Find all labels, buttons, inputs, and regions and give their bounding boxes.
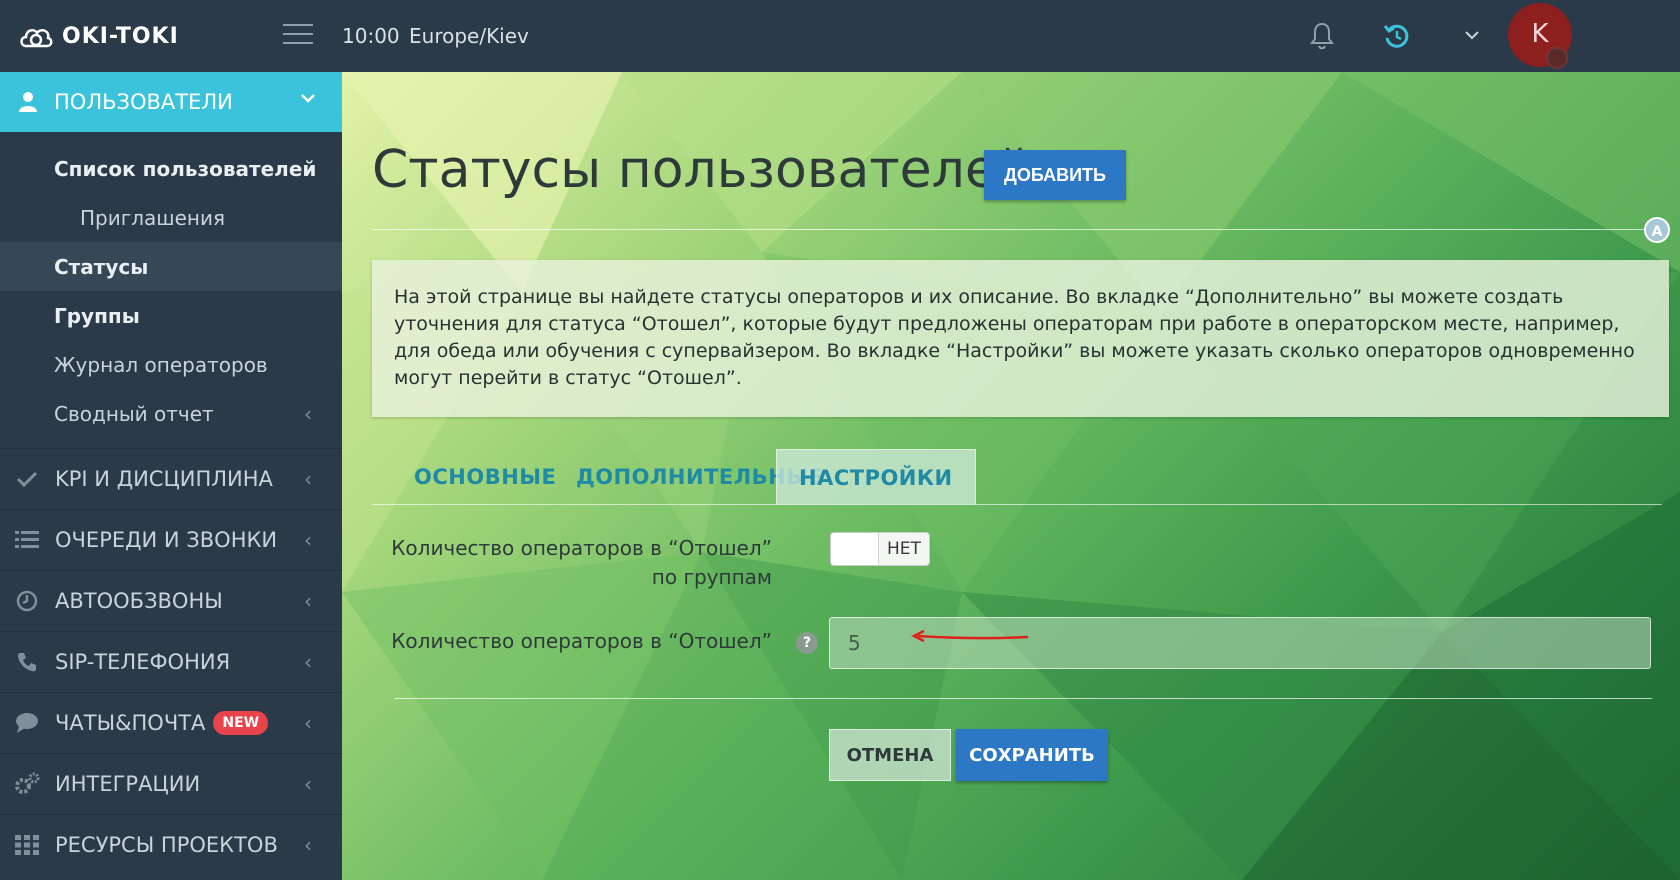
logo-text: OKI-TOKI xyxy=(62,23,179,49)
tab-bar: ОСНОВНЫЕ ДОПОЛНИТЕЛЬНЫЕ НАСТРОЙКИ xyxy=(372,449,1662,505)
sidebar-item-invitations[interactable]: Приглашения xyxy=(0,193,342,242)
chevron-down-icon[interactable] xyxy=(1465,30,1479,40)
sidebar-section-label: ИНТЕГРАЦИИ xyxy=(55,772,201,796)
chat-icon xyxy=(14,711,40,735)
cancel-button[interactable]: ОТМЕНА xyxy=(829,729,951,781)
add-button[interactable]: ДОБАВИТЬ xyxy=(984,150,1126,200)
sidebar: ПОЛЬЗОВАТЕЛИ Список пользователей Пригла… xyxy=(0,72,342,880)
help-icon[interactable]: ? xyxy=(796,632,818,654)
sidebar-item-operator-log[interactable]: Журнал операторов xyxy=(0,340,342,389)
sidebar-section-label: ЧАТЫ&ПОЧТА xyxy=(55,711,206,735)
a-marker[interactable]: A xyxy=(1644,217,1670,243)
gears-icon xyxy=(14,772,40,796)
toggle-label: НЕТ xyxy=(887,539,921,559)
sidebar-section-label: ОЧЕРЕДИ И ЗВОНКИ xyxy=(55,528,278,552)
divider xyxy=(394,698,1652,699)
sidebar-submenu: Список пользователей Приглашения Статусы… xyxy=(0,132,342,448)
sidebar-item-label: Сводный отчет xyxy=(54,401,214,426)
bell-icon[interactable] xyxy=(1310,22,1334,50)
sidebar-section-kpi[interactable]: KPI И ДИСЦИПЛИНА ‹ xyxy=(0,448,342,509)
chevron-left-icon: ‹ xyxy=(304,650,312,674)
chevron-left-icon: ‹ xyxy=(304,589,312,613)
sidebar-section-label: АВТООБЗВОНЫ xyxy=(55,589,223,613)
chevron-left-icon: ‹ xyxy=(304,401,312,426)
red-arrow-annotation xyxy=(911,629,1029,643)
sidebar-section-label: РЕСУРСЫ ПРОЕКТОВ xyxy=(55,833,278,857)
chevron-left-icon: ‹ xyxy=(304,467,312,491)
history-icon[interactable] xyxy=(1383,22,1411,50)
top-bar: OKI-TOKI 10:00 Europe/Kiev K xyxy=(0,0,1680,72)
sidebar-item-label: Группы xyxy=(54,303,140,328)
phone-icon xyxy=(14,650,40,674)
clock: 10:00 xyxy=(342,24,400,48)
sidebar-item-statuses[interactable]: Статусы xyxy=(0,242,342,291)
sidebar-item-groups[interactable]: Группы xyxy=(0,291,342,340)
field-label-away-count: Количество операторов в “Отошел” xyxy=(391,629,772,653)
sidebar-section-chats[interactable]: ЧАТЫ&ПОЧТА NEW ‹ xyxy=(0,692,342,753)
chevron-left-icon: ‹ xyxy=(304,833,312,857)
sidebar-section-sip[interactable]: SIP-ТЕЛЕФОНИЯ ‹ xyxy=(0,631,342,692)
sidebar-section-queues[interactable]: ОЧЕРЕДИ И ЗВОНКИ ‹ xyxy=(0,509,342,570)
menu-toggle-icon[interactable] xyxy=(283,24,313,46)
logo[interactable]: OKI-TOKI xyxy=(18,20,179,52)
sidebar-section-label: KPI И ДИСЦИПЛИНА xyxy=(55,467,273,491)
sidebar-section-users[interactable]: ПОЛЬЗОВАТЕЛИ xyxy=(0,72,342,132)
toggle-knob xyxy=(831,533,879,565)
sidebar-item-user-list[interactable]: Список пользователей xyxy=(0,144,342,193)
sidebar-item-summary-report[interactable]: Сводный отчет ‹ xyxy=(0,389,342,438)
timezone: Europe/Kiev xyxy=(409,24,529,48)
grid-icon xyxy=(14,833,40,857)
sidebar-section-autodialer[interactable]: АВТООБЗВОНЫ ‹ xyxy=(0,570,342,631)
status-dot xyxy=(1546,47,1568,69)
save-button[interactable]: СОХРАНИТЬ xyxy=(956,729,1108,781)
info-panel: На этой странице вы найдете статусы опер… xyxy=(372,260,1669,417)
sidebar-section-resources[interactable]: РЕСУРСЫ ПРОЕКТОВ ‹ xyxy=(0,814,342,875)
page-title: Статусы пользователей xyxy=(372,140,1031,200)
clock-icon xyxy=(14,589,40,613)
new-badge: NEW xyxy=(213,711,269,735)
sidebar-item-label: Приглашения xyxy=(80,205,225,230)
tab-settings[interactable]: НАСТРОЙКИ xyxy=(776,449,976,505)
chevron-left-icon: ‹ xyxy=(304,711,312,735)
chevron-down-icon xyxy=(301,94,315,103)
sidebar-item-label: Список пользователей xyxy=(54,156,317,181)
main-content: Статусы пользователей ДОБАВИТЬ A На этой… xyxy=(342,72,1680,880)
sidebar-item-label: Статусы xyxy=(54,254,149,279)
field-label-by-groups: Количество операторов в “Отошел” по груп… xyxy=(391,536,772,589)
chevron-left-icon: ‹ xyxy=(304,772,312,796)
tab-main[interactable]: ОСНОВНЫЕ xyxy=(392,449,578,505)
cloud-logo-icon xyxy=(20,28,53,48)
check-icon xyxy=(14,467,40,491)
user-icon xyxy=(19,92,37,112)
sidebar-item-label: Журнал операторов xyxy=(54,352,268,377)
sidebar-section-integrations[interactable]: ИНТЕГРАЦИИ ‹ xyxy=(0,753,342,814)
sidebar-section-label: SIP-ТЕЛЕФОНИЯ xyxy=(55,650,231,674)
list-icon xyxy=(14,528,40,552)
sidebar-section-label: ПОЛЬЗОВАТЕЛИ xyxy=(54,90,233,114)
by-groups-toggle[interactable]: НЕТ xyxy=(830,532,930,566)
divider xyxy=(372,229,1662,230)
chevron-left-icon: ‹ xyxy=(304,528,312,552)
